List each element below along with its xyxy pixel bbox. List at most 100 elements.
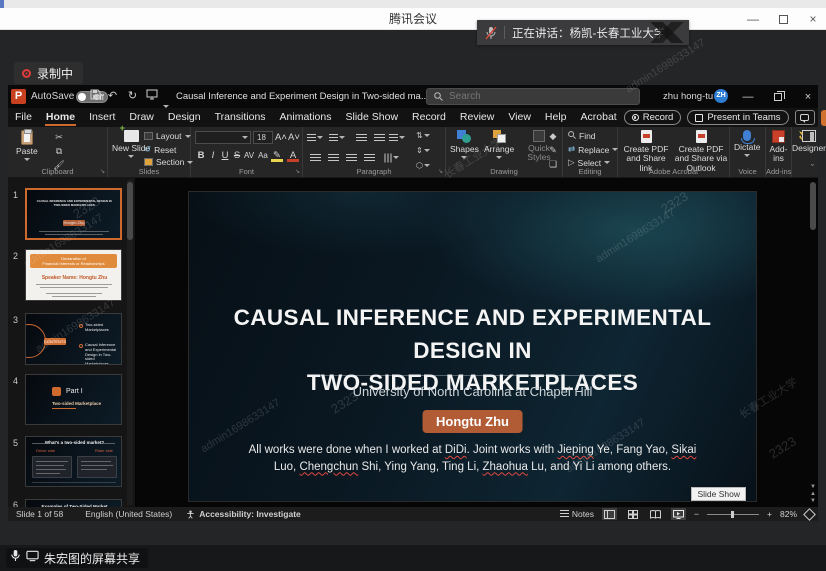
find-button[interactable]: Find bbox=[568, 131, 596, 141]
slide-sorter-view-button[interactable] bbox=[625, 508, 640, 520]
tab-acrobat[interactable]: Acrobat bbox=[574, 108, 624, 127]
slide-thumbnail-5[interactable]: What's a two-sided market? Driver side R… bbox=[25, 436, 122, 487]
search-bar[interactable] bbox=[426, 88, 640, 105]
language-indicator[interactable]: English (United States) bbox=[85, 509, 172, 519]
decrease-indent-button[interactable] bbox=[353, 131, 369, 144]
slide-area-scrollbar[interactable]: ▼ ▲ ▼ bbox=[809, 178, 817, 507]
tab-draw[interactable]: Draw bbox=[122, 108, 161, 127]
reset-button[interactable]: ↺Reset bbox=[144, 144, 176, 155]
next-slide-icon[interactable]: ▼ bbox=[810, 498, 816, 504]
font-dialog-launcher[interactable]: ↘ bbox=[295, 168, 300, 175]
shapes-button[interactable]: Shapes bbox=[450, 130, 479, 159]
accessibility-status[interactable]: Accessibility: Investigate bbox=[199, 509, 301, 519]
justify-button[interactable] bbox=[361, 151, 377, 164]
redo-icon[interactable]: ↻ bbox=[125, 89, 140, 104]
arrange-button[interactable]: Arrange bbox=[484, 130, 514, 159]
copy-button[interactable]: ⧉ bbox=[52, 145, 66, 157]
line-spacing-button[interactable] bbox=[389, 131, 405, 144]
underline-button[interactable]: U bbox=[219, 149, 231, 162]
paragraph-dialog-launcher[interactable]: ↘ bbox=[438, 168, 443, 175]
numbering-button[interactable] bbox=[329, 131, 345, 144]
search-input[interactable] bbox=[449, 91, 619, 102]
italic-button[interactable]: I bbox=[207, 149, 219, 162]
present-in-teams-button[interactable]: Present in Teams bbox=[687, 110, 788, 125]
layout-button[interactable]: Layout bbox=[144, 131, 191, 141]
clipboard-dialog-launcher[interactable]: ↘ bbox=[100, 168, 105, 175]
slideshow-from-start-icon[interactable] bbox=[144, 89, 159, 104]
minimize-button[interactable]: — bbox=[746, 12, 760, 26]
highlight-color-button[interactable]: ✎ bbox=[271, 149, 283, 162]
tab-home[interactable]: Home bbox=[39, 108, 82, 127]
tab-slide-show[interactable]: Slide Show bbox=[339, 108, 406, 127]
addins-button[interactable]: Add-ins bbox=[766, 130, 791, 164]
user-avatar[interactable]: ZH bbox=[714, 89, 728, 103]
slide-thumbnail-4[interactable]: Part I Two-sided Marketplace bbox=[25, 374, 122, 425]
align-left-button[interactable] bbox=[307, 151, 323, 164]
record-button[interactable]: Record bbox=[624, 110, 682, 125]
reading-view-button[interactable] bbox=[648, 508, 663, 520]
slide-canvas[interactable]: CAUSAL INFERENCE AND EXPERIMENTAL DESIGN… bbox=[188, 191, 757, 502]
shape-fill-button[interactable]: ◆ bbox=[546, 130, 560, 142]
normal-view-button[interactable] bbox=[602, 508, 617, 520]
replace-button[interactable]: ⇄Replace bbox=[568, 144, 618, 155]
font-color-button[interactable]: A bbox=[287, 149, 299, 162]
thumbnail-scrollbar-thumb[interactable] bbox=[127, 182, 133, 240]
strikethrough-button[interactable]: S bbox=[231, 149, 243, 162]
align-right-button[interactable] bbox=[343, 151, 359, 164]
align-center-button[interactable] bbox=[325, 151, 341, 164]
account-user-name[interactable]: zhu hong-tu bbox=[663, 85, 713, 108]
zoom-out-button[interactable]: − bbox=[694, 509, 699, 519]
zoom-slider[interactable] bbox=[707, 514, 759, 515]
shrink-font-button[interactable]: A˅ bbox=[288, 131, 300, 144]
ppt-close-button[interactable]: × bbox=[802, 91, 814, 103]
zoom-in-button[interactable]: + bbox=[767, 509, 772, 519]
character-spacing-button[interactable]: AV bbox=[243, 149, 255, 162]
monitor-icon[interactable] bbox=[26, 549, 39, 567]
tab-review[interactable]: Review bbox=[453, 108, 501, 127]
tab-file[interactable]: File bbox=[8, 108, 39, 127]
ppt-minimize-button[interactable]: — bbox=[742, 91, 754, 103]
slide-thumbnail-2[interactable]: Declaration ofFinancial Interests or Rel… bbox=[25, 249, 122, 301]
slide-thumbnail-3[interactable]: CONTENTS Two-sided Marketplaces Causal I… bbox=[25, 313, 122, 365]
text-direction-button[interactable]: ⇅ bbox=[415, 129, 431, 142]
font-name-combo[interactable] bbox=[195, 131, 251, 144]
font-size-combo[interactable]: 18 bbox=[253, 131, 273, 144]
fit-slide-to-window-icon[interactable] bbox=[803, 508, 816, 521]
designer-button[interactable]: Designer bbox=[792, 130, 826, 153]
change-case-button[interactable]: Aa bbox=[257, 149, 269, 162]
slide-thumbnail-6[interactable]: Examples of Two-Sided Market bbox=[25, 499, 122, 507]
tab-transitions[interactable]: Transitions bbox=[208, 108, 273, 127]
ppt-restore-button[interactable] bbox=[772, 91, 784, 103]
collapse-ribbon-chevron-icon[interactable]: ˇ bbox=[811, 163, 814, 173]
tab-record[interactable]: Record bbox=[405, 108, 453, 127]
close-button[interactable]: × bbox=[806, 12, 820, 26]
increase-indent-button[interactable] bbox=[371, 131, 387, 144]
save-icon[interactable] bbox=[88, 89, 103, 104]
grow-font-button[interactable]: A˄ bbox=[275, 131, 287, 144]
paste-button[interactable]: Paste bbox=[16, 130, 38, 161]
align-text-button[interactable]: ⇕ bbox=[415, 144, 431, 157]
section-button[interactable]: Section bbox=[144, 157, 193, 167]
share-button[interactable]: Share bbox=[821, 110, 826, 126]
zoom-slider-thumb[interactable] bbox=[731, 511, 734, 518]
dictate-button[interactable]: Dictate bbox=[734, 130, 760, 157]
previous-slide-icon[interactable]: ▲ bbox=[810, 491, 816, 497]
undo-icon[interactable]: ↶ bbox=[105, 89, 120, 104]
slide-indicator[interactable]: Slide 1 of 58 bbox=[16, 509, 63, 519]
notes-button[interactable]: Notes bbox=[560, 509, 594, 519]
slideshow-view-button[interactable] bbox=[671, 508, 686, 520]
tab-animations[interactable]: Animations bbox=[273, 108, 339, 127]
bold-button[interactable]: B bbox=[195, 149, 207, 162]
scroll-down-icon[interactable]: ▼ bbox=[810, 484, 816, 490]
slide-thumbnail-1[interactable]: CAUSAL INFERENCE AND EXPERIMENTAL DESIGN… bbox=[25, 188, 122, 240]
slide-scrollbar-thumb[interactable] bbox=[810, 182, 816, 230]
tab-insert[interactable]: Insert bbox=[82, 108, 122, 127]
tab-design[interactable]: Design bbox=[161, 108, 208, 127]
recording-badge[interactable]: 录制中 bbox=[14, 62, 83, 84]
comments-button[interactable] bbox=[795, 110, 815, 125]
zoom-percent[interactable]: 82% bbox=[780, 509, 797, 519]
thumbnail-scrollbar[interactable] bbox=[127, 180, 133, 505]
bullets-button[interactable] bbox=[307, 131, 323, 144]
shape-outline-button[interactable]: ✎ bbox=[546, 144, 560, 156]
columns-button[interactable] bbox=[383, 151, 399, 164]
